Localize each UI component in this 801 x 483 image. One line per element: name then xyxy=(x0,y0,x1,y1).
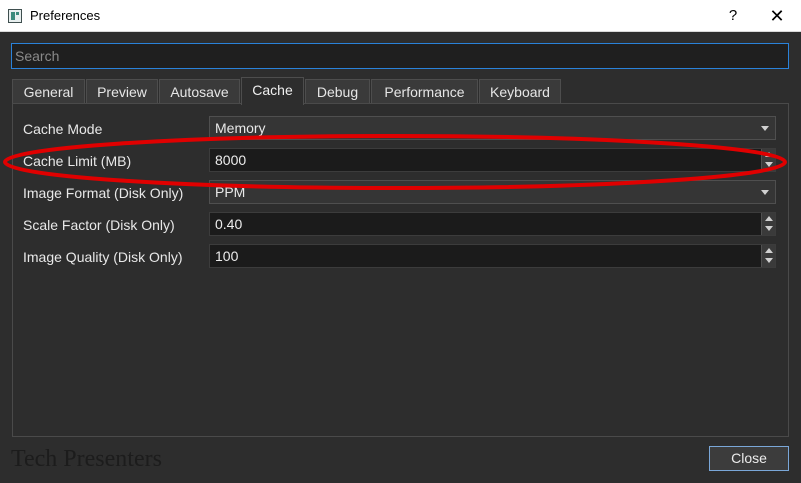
title-bar: Preferences ? ✕ xyxy=(0,0,801,32)
spin-down-icon[interactable] xyxy=(765,258,773,263)
chevron-down-icon xyxy=(761,126,769,131)
image-quality-spinbox[interactable]: 100 xyxy=(209,244,776,268)
image-format-value: PPM xyxy=(215,184,246,200)
tab-general[interactable]: General xyxy=(12,79,85,104)
cache-mode-select[interactable]: Memory xyxy=(209,116,776,140)
cache-limit-spinbox[interactable]: 8000 xyxy=(209,148,776,172)
scale-factor-value: 0.40 xyxy=(215,216,243,232)
tab-keyboard[interactable]: Keyboard xyxy=(479,79,561,104)
watermark-logo: Tech Presenters xyxy=(11,446,162,472)
spin-down-icon[interactable] xyxy=(765,226,773,231)
cache-mode-label: Cache Mode xyxy=(23,121,103,137)
help-button[interactable]: ? xyxy=(719,0,747,32)
spin-buttons[interactable] xyxy=(761,213,775,235)
tab-debug[interactable]: Debug xyxy=(305,79,370,104)
image-format-select[interactable]: PPM xyxy=(209,180,776,204)
spin-down-icon[interactable] xyxy=(765,162,773,167)
image-quality-value: 100 xyxy=(215,248,239,264)
chevron-down-icon xyxy=(761,190,769,195)
image-format-label: Image Format (Disk Only) xyxy=(23,185,184,201)
image-quality-label: Image Quality (Disk Only) xyxy=(23,249,183,265)
scale-factor-label: Scale Factor (Disk Only) xyxy=(23,217,175,233)
tab-autosave[interactable]: Autosave xyxy=(159,79,240,104)
window-title: Preferences xyxy=(30,8,101,23)
cache-limit-value: 8000 xyxy=(215,152,247,168)
spin-up-icon[interactable] xyxy=(765,216,773,221)
tab-cache[interactable]: Cache xyxy=(241,77,304,105)
tab-preview[interactable]: Preview xyxy=(86,79,158,104)
scale-factor-spinbox[interactable]: 0.40 xyxy=(209,212,776,236)
close-button[interactable]: Close xyxy=(709,446,789,471)
spin-buttons[interactable] xyxy=(761,245,775,267)
spin-up-icon[interactable] xyxy=(765,248,773,253)
spin-up-icon[interactable] xyxy=(765,152,773,157)
spin-buttons[interactable] xyxy=(761,149,775,171)
app-icon xyxy=(8,9,22,23)
cache-mode-value: Memory xyxy=(215,120,266,136)
search-input[interactable] xyxy=(11,43,789,69)
cache-limit-label: Cache Limit (MB) xyxy=(23,153,132,169)
close-window-icon[interactable]: ✕ xyxy=(760,0,794,32)
tab-performance[interactable]: Performance xyxy=(371,79,478,104)
